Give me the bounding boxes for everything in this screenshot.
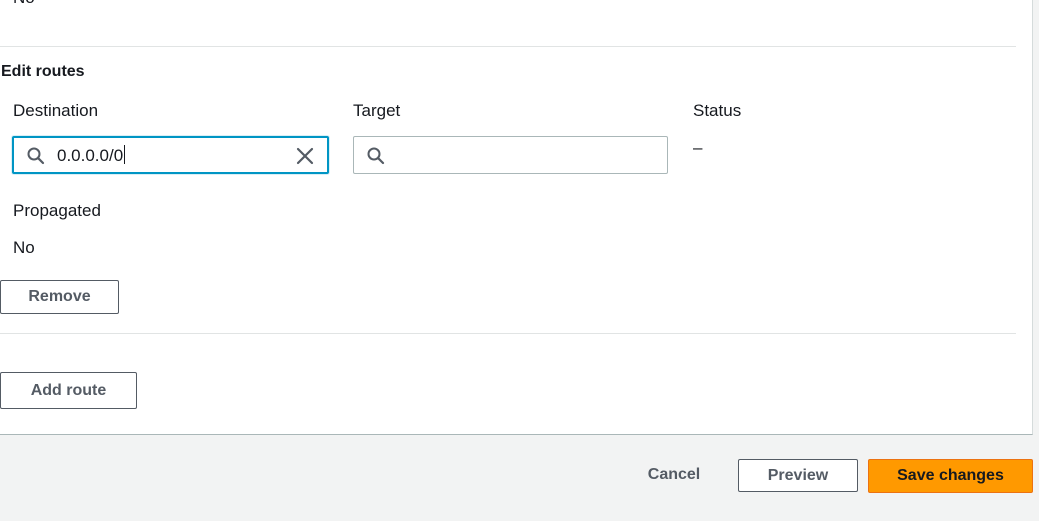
destination-input[interactable]: 0.0.0.0/0	[12, 136, 329, 174]
destination-input-value: 0.0.0.0/0	[57, 145, 126, 165]
divider	[0, 46, 1016, 47]
previous-field-value: No	[13, 0, 35, 8]
divider	[0, 333, 1016, 334]
text-caret	[124, 145, 126, 164]
search-icon	[27, 147, 45, 165]
status-label: Status	[693, 101, 742, 120]
add-route-button[interactable]: Add route	[0, 372, 137, 409]
preview-button[interactable]: Preview	[738, 459, 858, 492]
target-label: Target	[353, 101, 401, 120]
cancel-button[interactable]: Cancel	[624, 458, 724, 492]
search-icon	[367, 147, 385, 165]
edit-routes-panel: No Edit routes Destination Target Status…	[0, 0, 1033, 435]
target-input[interactable]	[353, 136, 668, 174]
propagated-value: No	[13, 238, 35, 257]
remove-route-button[interactable]: Remove	[0, 280, 119, 314]
status-value: –	[693, 138, 703, 157]
propagated-label: Propagated	[13, 201, 101, 220]
section-title: Edit routes	[1, 63, 85, 80]
destination-label: Destination	[13, 101, 99, 120]
save-changes-button[interactable]: Save changes	[868, 459, 1033, 493]
clear-icon[interactable]	[295, 146, 315, 166]
